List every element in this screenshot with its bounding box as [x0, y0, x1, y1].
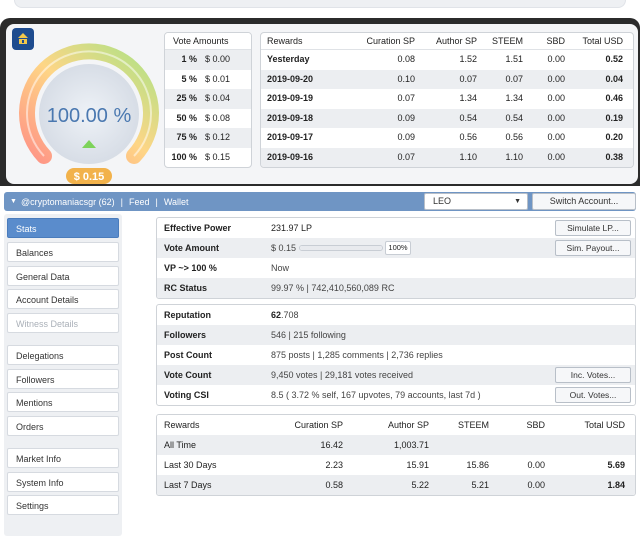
- nav-separator: |: [155, 196, 158, 207]
- rewards-summary-header: Rewards Curation SP Author SP STEEM SBD …: [157, 415, 635, 435]
- rewards-summary-table: Rewards Curation SP Author SP STEEM SBD …: [156, 414, 636, 496]
- daily-rewards-body: Yesterday 0.08 1.52 1.51 0.00 0.52 2019-09-20…: [261, 50, 633, 167]
- effective-power-value: 231.97 LP: [271, 223, 313, 233]
- table-row: 2019-09-19 0.07 1.34 1.34 0.00 0.46: [267, 93, 623, 103]
- post-count-row: Post Count 875 posts | 1,285 comments | …: [157, 345, 635, 365]
- followers-label: Followers: [164, 330, 207, 340]
- account-nav-bar: ▼ @cryptomaniacsgr (62) | Feed | Wallet …: [4, 192, 636, 211]
- profile-stats-box: Reputation 62.708 Followers 546 | 215 fo…: [156, 304, 636, 406]
- vote-amount-row: 1 % $ 0.00: [165, 50, 251, 70]
- nav-separator: |: [120, 196, 123, 207]
- header-inner: 100.00 % $ 0.15 Vote Amounts 1 % $ 0.00 5…: [6, 24, 638, 184]
- sidebar-item-followers[interactable]: Followers: [7, 369, 119, 389]
- reputation-value: 62.708: [271, 310, 299, 320]
- vote-amount-row: 5 % $ 0.01: [181, 73, 231, 84]
- reputation-row: Reputation 62.708: [157, 305, 635, 325]
- gauge-value-text: $ 0.15: [74, 171, 105, 183]
- vote-amount-row: 50 % $ 0.08: [176, 112, 231, 123]
- vp-label: VP ~> 100 %: [164, 263, 217, 273]
- sidebar-item-witness-details[interactable]: Witness Details: [7, 313, 119, 333]
- followers-value: 546 | 215 following: [271, 330, 346, 340]
- switch-account-button[interactable]: Switch Account...: [532, 193, 636, 210]
- vote-count-row: Vote Count 9,450 votes | 29,181 votes re…: [157, 365, 635, 385]
- vote-amount-row: Vote Amount $ 0.15 100% Sim. Payout...: [157, 238, 635, 258]
- sidebar-item-mentions[interactable]: Mentions: [7, 392, 119, 412]
- table-row: 2019-09-16 0.07 1.10 1.10 0.00 0.38: [261, 147, 633, 167]
- account-link[interactable]: @cryptomaniacsgr (62): [21, 197, 115, 207]
- rc-status-value: 99.97 % | 742,410,560,089 RC: [271, 283, 395, 293]
- voting-csi-row: Voting CSI 8.5 ( 3.72 % self, 167 upvote…: [157, 385, 635, 405]
- vote-amount-value: $ 0.15: [271, 243, 297, 253]
- sidebar-item-account-details[interactable]: Account Details: [7, 289, 119, 309]
- vp-value: Now: [271, 263, 290, 273]
- wallet-link[interactable]: Wallet: [164, 197, 189, 207]
- vote-weight-slider[interactable]: [299, 245, 383, 251]
- vote-count-label: Vote Count: [164, 370, 212, 380]
- collapse-triangle-icon[interactable]: ▼: [10, 198, 17, 205]
- effective-power-row: Effective Power 231.97 LP Simulate LP...: [157, 218, 635, 238]
- table-row: Last 7 Days 0.58 5.22 5.21 0.00 1.84: [157, 475, 635, 495]
- sidebar-item-delegations[interactable]: Delegations: [7, 345, 119, 365]
- followers-row: Followers 546 | 215 following: [157, 325, 635, 345]
- power-stats-box: Effective Power 231.97 LP Simulate LP...…: [156, 217, 636, 299]
- sidebar-item-market-info[interactable]: Market Info: [7, 448, 119, 468]
- sidebar-item-system-info[interactable]: System Info: [7, 472, 119, 492]
- post-count-label: Post Count: [164, 350, 212, 360]
- vote-amount-row: 25 % $ 0.04: [165, 89, 251, 109]
- sidebar-item-balances[interactable]: Balances: [7, 242, 119, 262]
- vote-amount-row: 75 % $ 0.12: [165, 128, 251, 148]
- table-row: 2019-09-20 0.10 0.07 0.07 0.00 0.04: [261, 69, 633, 89]
- token-select-value: LEO: [433, 196, 452, 206]
- rc-status-label: RC Status: [164, 283, 208, 293]
- simulate-lp-button[interactable]: Simulate LP...: [555, 220, 631, 236]
- stats-content: Effective Power 231.97 LP Simulate LP...…: [156, 214, 636, 536]
- out-votes-button[interactable]: Out. Votes...: [555, 387, 631, 403]
- sidebar: Stats Balances General Data Account Deta…: [4, 214, 122, 536]
- vote-count-value: 9,450 votes | 29,181 votes received: [271, 370, 413, 380]
- token-select[interactable]: LEO ▼: [424, 193, 528, 210]
- reputation-label: Reputation: [164, 310, 211, 320]
- sidebar-item-general-data[interactable]: General Data: [7, 266, 119, 286]
- voting-csi-label: Voting CSI: [164, 390, 209, 400]
- vp-row: VP ~> 100 % Now: [157, 258, 635, 278]
- top-scroll-bar: [14, 0, 626, 8]
- voting-csi-value: 8.5 ( 3.72 % self, 167 upvotes, 79 accou…: [271, 390, 481, 400]
- vote-amounts-body: 1 % $ 0.00 5 % $ 0.01 25 % $ 0.04 50 % $ 0.0…: [165, 50, 251, 167]
- table-row: 2019-09-18 0.09 0.54 0.54 0.00 0.19: [261, 108, 633, 128]
- table-row: 2019-09-17 0.09 0.56 0.56 0.00 0.20: [267, 132, 623, 142]
- feed-link[interactable]: Feed: [129, 197, 150, 207]
- table-row: All Time 16.42 1,003.71: [157, 435, 635, 455]
- vote-amount-label: Vote Amount: [164, 243, 219, 253]
- chevron-down-icon: ▼: [514, 198, 521, 205]
- sidebar-item-stats[interactable]: Stats: [7, 218, 119, 238]
- sidebar-item-orders[interactable]: Orders: [7, 416, 119, 436]
- vote-weight-percent[interactable]: 100%: [385, 241, 411, 255]
- rc-status-row: RC Status 99.97 % | 742,410,560,089 RC: [157, 278, 635, 298]
- effective-power-label: Effective Power: [164, 223, 232, 233]
- daily-rewards-header: Rewards Curation SP Author SP STEEM SBD …: [261, 33, 633, 50]
- sim-payout-button[interactable]: Sim. Payout...: [555, 240, 631, 256]
- vote-weight-slider-fill: [300, 246, 382, 250]
- header-panel: 100.00 % $ 0.15 Vote Amounts 1 % $ 0.00 5…: [0, 18, 640, 186]
- table-row: Last 30 Days 2.23 15.91 15.86 0.00 5.69: [164, 460, 625, 470]
- sidebar-item-settings[interactable]: Settings: [7, 495, 119, 515]
- post-count-value: 875 posts | 1,285 comments | 2,736 repli…: [271, 350, 443, 360]
- voting-power-gauge: 100.00 % $ 0.15: [19, 43, 159, 184]
- vote-amount-row: 100 % $ 0.15: [171, 151, 231, 162]
- inc-votes-button[interactable]: Inc. Votes...: [555, 367, 631, 383]
- table-row: Yesterday 0.08 1.52 1.51 0.00 0.52: [267, 54, 623, 64]
- gauge-percent-text: 100.00 %: [47, 105, 132, 127]
- daily-rewards-table: Rewards Curation SP Author SP STEEM SBD …: [260, 32, 634, 168]
- vote-amounts-table: Vote Amounts 1 % $ 0.00 5 % $ 0.01 25 % $ 0…: [164, 32, 252, 168]
- vote-amounts-header: Vote Amounts: [165, 33, 251, 50]
